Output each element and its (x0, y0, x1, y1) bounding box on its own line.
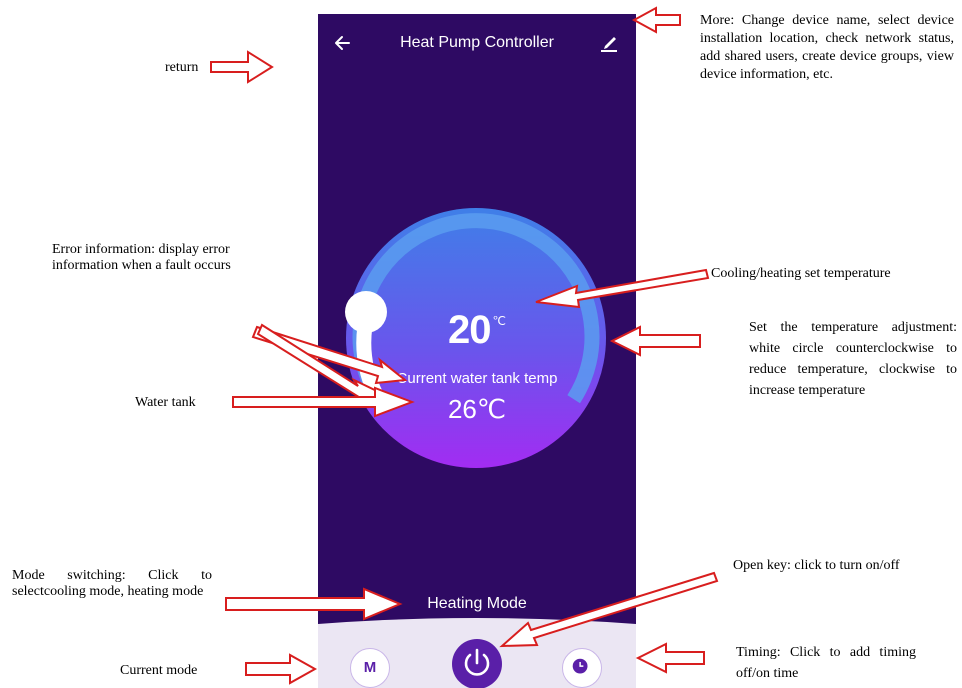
top-bar: Heat Pump Controller (318, 14, 636, 72)
annotation-return: return (165, 60, 199, 75)
clock-icon (572, 658, 588, 674)
page-title: Heat Pump Controller (400, 34, 554, 51)
annotation-mode-switching: Mode switching: Click to selectcooling m… (12, 568, 212, 599)
back-arrow-icon[interactable] (332, 32, 354, 54)
edit-pencil-icon[interactable] (598, 32, 620, 54)
annotation-more: More: Change device name, select device … (700, 13, 954, 82)
arrow-return (210, 50, 274, 84)
mode-button[interactable]: M (350, 648, 390, 688)
annotation-set-temperature: Cooling/heating set temperature (711, 266, 891, 281)
annotation-error-info: Error information: display error informa… (52, 242, 231, 273)
annotation-water-tank: Water tank (135, 395, 196, 410)
annotation-temperature-adjustment: Set the temperature adjustment: white ci… (749, 320, 957, 398)
arrow-timing (635, 642, 705, 674)
current-mode-label: Heating Mode (427, 595, 527, 612)
arrow-current-mode (245, 653, 318, 685)
power-icon (464, 648, 490, 676)
annotation-open-key: Open key: click to turn on/off (733, 558, 900, 573)
timer-button[interactable] (562, 648, 602, 688)
arrow-more (631, 6, 681, 34)
tank-temperature-value: 26℃ (447, 394, 507, 424)
set-temperature-unit: ℃ (492, 314, 506, 328)
tank-temperature-label: Current water tank temp (396, 370, 558, 387)
set-temperature-value: 20 (448, 308, 491, 352)
phone-screen: Heat Pump Controller 20 ℃ Current water t… (318, 14, 636, 688)
annotation-timing: Timing: Click to add timing off/on time (736, 645, 916, 681)
power-button[interactable] (452, 639, 502, 688)
annotation-current-mode: Current mode (120, 663, 198, 678)
set-temperature: 20 ℃ (318, 308, 636, 353)
